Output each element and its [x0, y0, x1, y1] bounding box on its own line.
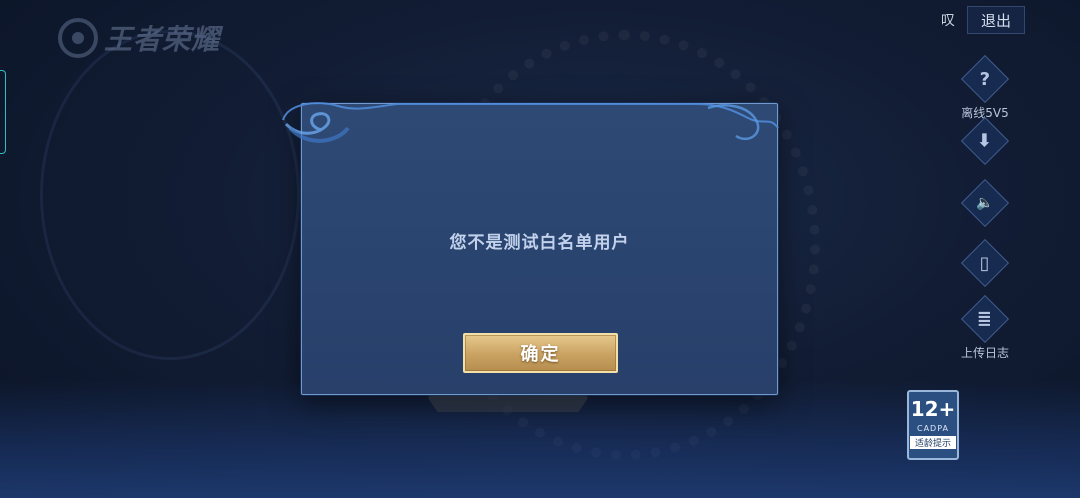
speaker-icon: 🔈: [960, 178, 1010, 228]
side-item-sound[interactable]: 🔈: [948, 178, 1022, 228]
top-glyph: 叹: [941, 13, 955, 29]
age-rating-badge: 12+ CADPA 适龄提示: [907, 390, 959, 460]
phone-icon: ▯: [960, 238, 1010, 288]
age-rating-number: 12+: [910, 397, 956, 421]
side-item-upload-log[interactable]: ≣ 上传日志: [948, 294, 1022, 361]
top-right-bar: 叹 退出: [941, 6, 1025, 34]
alert-dialog: 您不是测试白名单用户 确定: [282, 102, 779, 395]
side-item-device[interactable]: ▯: [948, 238, 1022, 288]
clipboard-icon: ≣: [960, 294, 1010, 344]
question-icon: ?: [960, 54, 1010, 104]
dialog-message: 您不是测试白名单用户: [449, 233, 630, 253]
age-rating-org: CADPA: [916, 424, 949, 433]
background-arc: [40, 30, 300, 360]
logo-icon: [58, 18, 98, 58]
side-item-offline-5v5[interactable]: ? 离线5V5: [948, 54, 1022, 121]
left-panel-tab[interactable]: [0, 70, 6, 154]
logo-text: 王者荣耀: [104, 23, 221, 56]
side-item-download[interactable]: ⬇: [948, 116, 1022, 166]
game-logo: 王者荣耀: [58, 16, 220, 60]
exit-button[interactable]: 退出: [967, 6, 1025, 34]
side-item-label: 上传日志: [960, 346, 1009, 360]
cloud-ornament-icon: [282, 102, 779, 143]
age-rating-tip: 适龄提示: [910, 436, 956, 449]
confirm-button[interactable]: 确定: [463, 333, 618, 373]
download-icon: ⬇: [960, 116, 1010, 166]
